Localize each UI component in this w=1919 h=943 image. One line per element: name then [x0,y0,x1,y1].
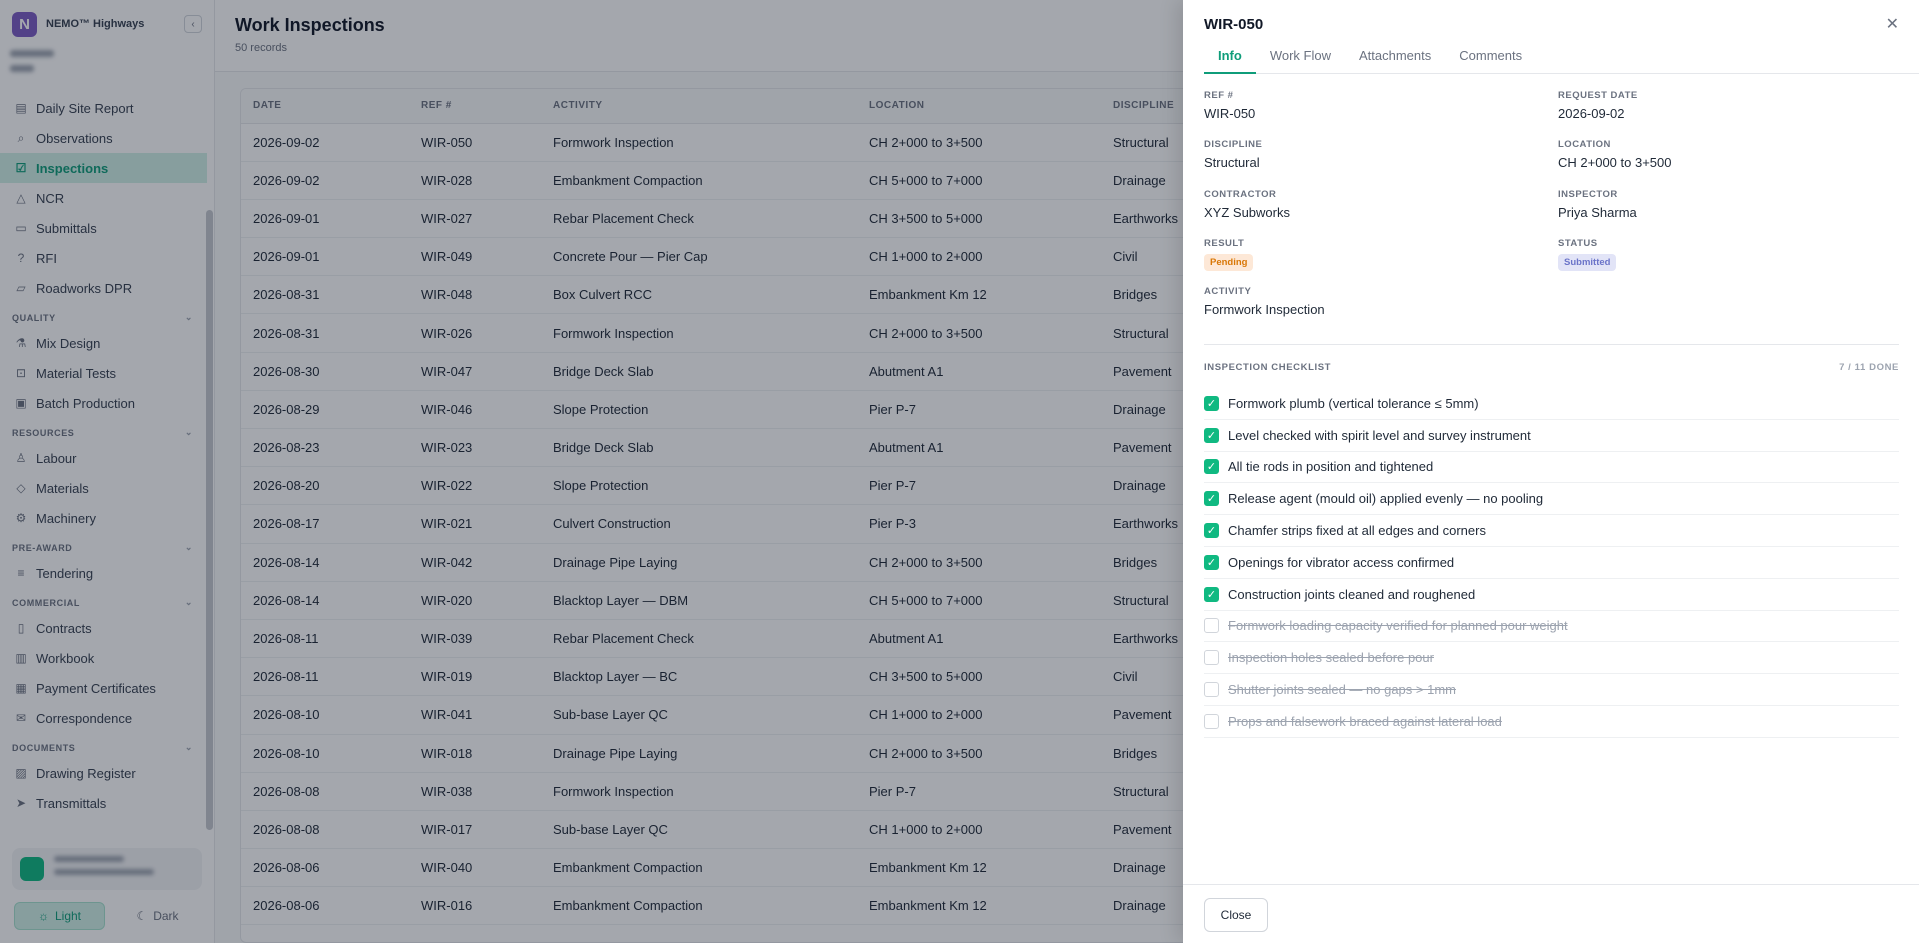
checklist-item: ✓ Construction joints cleaned and roughen… [1204,579,1899,611]
field-label: ACTIVITY [1204,286,1252,297]
field-activity: ACTIVITY Formwork Inspection [1204,286,1325,317]
checklist-item-text: Level checked with spirit level and surv… [1228,427,1531,443]
field-label: CONTRACTOR [1204,189,1277,200]
checklist-item-text: Release agent (mould oil) applied evenly… [1228,491,1544,507]
checklist-item-text: Chamfer strips fixed at all edges and co… [1228,523,1486,539]
checkbox-checked[interactable]: ✓ [1204,554,1219,570]
checklist-item-text: Formwork loading capacity verified for p… [1228,618,1568,634]
checklist-title: INSPECTION CHECKLIST [1204,362,1332,373]
tab-work-flow[interactable]: Work Flow [1256,38,1345,74]
close-icon[interactable]: ✕ [1886,14,1899,34]
checkbox-unchecked[interactable] [1204,618,1219,634]
checklist-item-text: Props and falsework braced against later… [1228,713,1502,729]
checklist-item: ✓ Openings for vibrator access confirmed [1204,547,1899,579]
checklist-item: Shutter joints sealed — no gaps > 1mm [1204,674,1899,706]
checklist-item: ✓ Chamfer strips fixed at all edges and c… [1204,515,1899,547]
field-inspector: INSPECTOR Priya Sharma [1558,189,1637,220]
checklist-item-text: All tie rods in position and tightened [1228,459,1434,475]
checklist-count: 7 / 11 DONE [1839,362,1899,373]
field-label: REF # [1204,90,1234,101]
field-ref: REF # WIR-050 [1204,90,1255,121]
checklist-item-text: Inspection holes sealed before pour [1228,650,1434,666]
checklist-item: Inspection holes sealed before pour [1204,642,1899,675]
checkbox-unchecked[interactable] [1204,682,1219,698]
field-label: DISCIPLINE [1204,139,1263,150]
checklist-item: Formwork loading capacity verified for p… [1204,611,1899,643]
field-label: LOCATION [1558,139,1611,150]
checklist-item: ✓ Formwork plumb (vertical tolerance ≤ 5m… [1204,388,1899,420]
checkbox-checked[interactable]: ✓ [1204,427,1219,443]
checkbox-unchecked[interactable] [1204,713,1219,729]
checklist-item-text: Openings for vibrator access confirmed [1228,554,1455,570]
checklist-header: INSPECTION CHECKLIST 7 / 11 DONE [1204,362,1899,373]
field-value: Priya Sharma [1558,205,1637,220]
inspection-detail-drawer: WIR-050 ✕ Info Work Flow Attachments Com… [1183,0,1919,943]
checklist-item-text: Formwork plumb (vertical tolerance ≤ 5mm… [1228,395,1479,411]
checklist-item-text: Construction joints cleaned and roughene… [1228,586,1476,602]
field-discipline: DISCIPLINE Structural [1204,139,1262,170]
checklist-item: Props and falsework braced against later… [1204,706,1899,738]
field-value: 2026-09-02 [1558,106,1625,121]
checkbox-checked[interactable]: ✓ [1204,491,1219,507]
checklist-item-text: Shutter joints sealed — no gaps > 1mm [1228,682,1456,698]
field-label: REQUEST DATE [1558,90,1638,101]
checklist-item: ✓ Level checked with spirit level and sur… [1204,420,1899,452]
field-location: LOCATION CH 2+000 to 3+500 [1558,139,1671,170]
field-value: CH 2+000 to 3+500 [1558,155,1672,170]
checklist-item: ✓ All tie rods in position and tightened [1204,452,1899,484]
field-status: STATUS Submitted [1558,238,1617,271]
tab-info[interactable]: Info [1204,38,1256,74]
checkbox-checked[interactable]: ✓ [1204,523,1219,539]
field-label: STATUS [1558,238,1598,249]
tab-attachments[interactable]: Attachments [1345,38,1445,74]
field-value: Formwork Inspection [1204,302,1325,317]
result-badge: Pending [1204,254,1254,271]
tab-comments[interactable]: Comments [1445,38,1536,74]
checkbox-checked[interactable]: ✓ [1204,395,1219,411]
section-divider [1204,344,1899,345]
field-contractor: CONTRACTOR XYZ Subworks [1204,189,1290,220]
checklist-item: ✓ Release agent (mould oil) applied evenl… [1204,483,1899,516]
checkbox-checked[interactable]: ✓ [1204,586,1219,602]
checkbox-unchecked[interactable] [1204,650,1219,666]
field-value: WIR-050 [1204,106,1256,121]
field-result: RESULT Pending [1204,238,1254,271]
drawer-tabs: Info Work Flow Attachments Comments [1204,38,1919,74]
close-button[interactable]: Close [1204,898,1268,932]
drawer-footer: Close [1183,884,1919,943]
field-label: RESULT [1204,238,1245,249]
field-value: XYZ Subworks [1204,205,1290,220]
checkbox-checked[interactable]: ✓ [1204,459,1219,475]
drawer-title: WIR-050 [1204,16,1264,33]
status-badge: Submitted [1558,254,1617,271]
inspection-checklist: ✓ Formwork plumb (vertical tolerance ≤ 5m… [1204,388,1899,738]
field-request-date: REQUEST DATE 2026-09-02 [1558,90,1638,121]
field-label: INSPECTOR [1558,189,1618,200]
field-value: Structural [1204,155,1260,170]
